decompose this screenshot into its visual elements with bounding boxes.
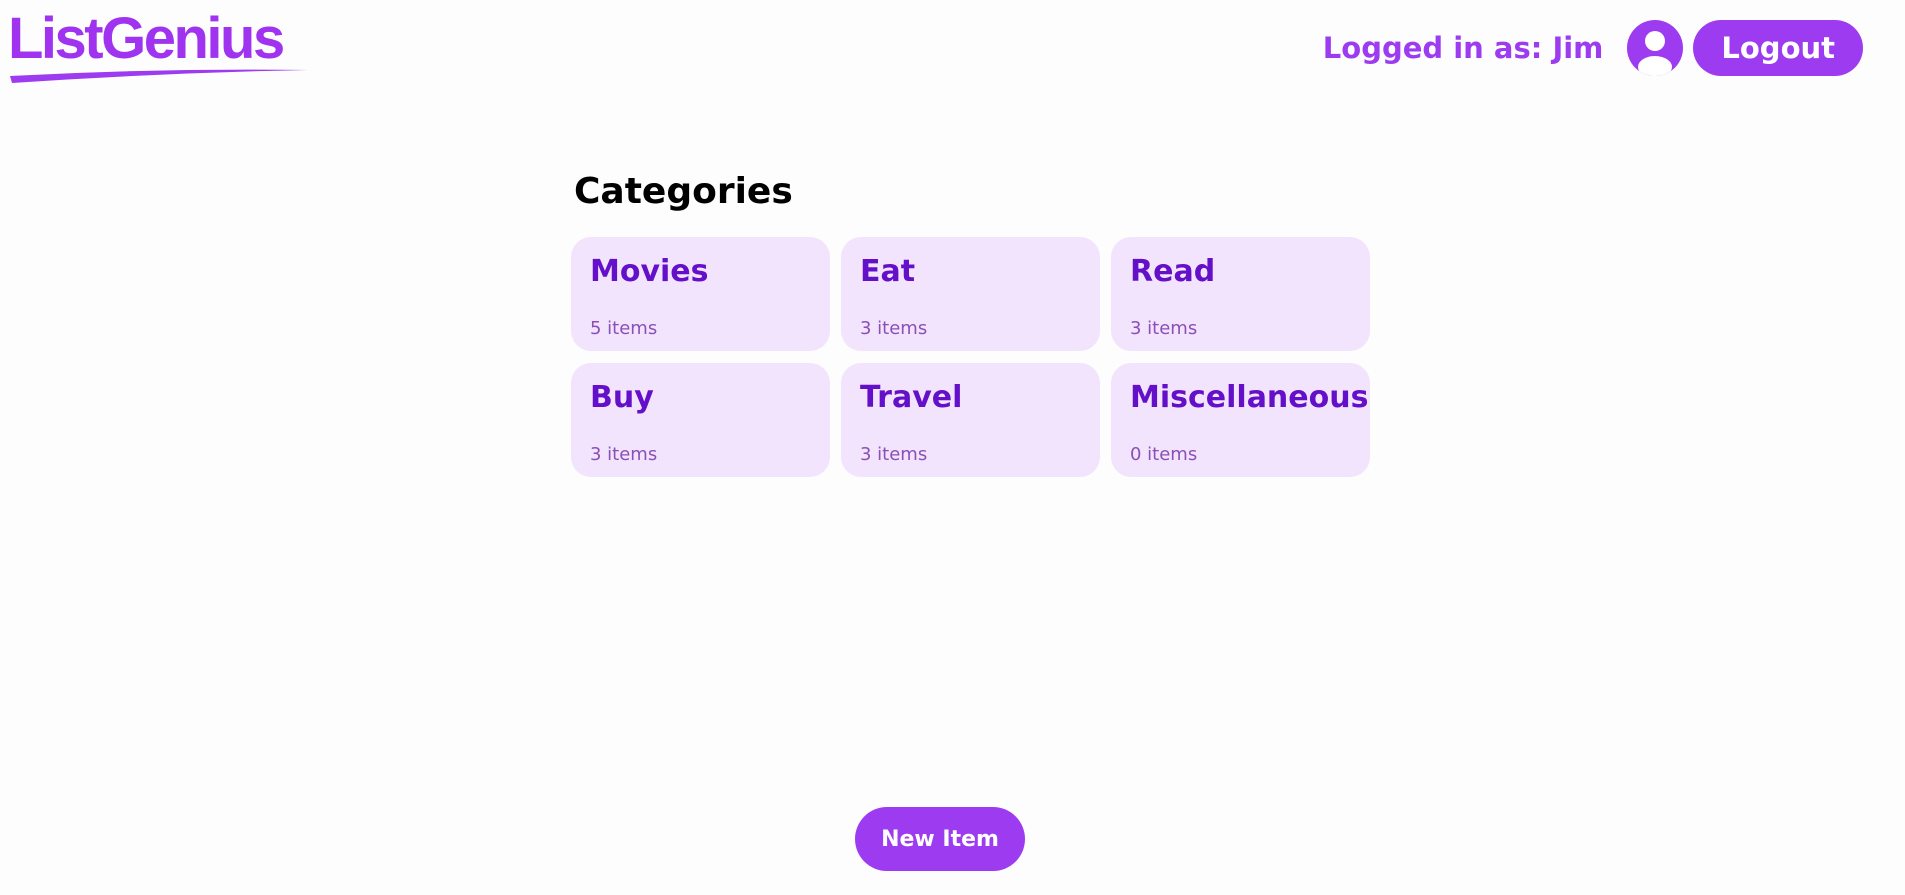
category-item-count: 3 items <box>590 444 658 465</box>
category-item-count: 5 items <box>590 318 658 339</box>
category-item-count: 3 items <box>1130 318 1198 339</box>
categories-section: Categories Movies 5 items Eat 3 items Re… <box>571 165 1371 477</box>
logo-underline-swoosh <box>10 69 308 83</box>
logo[interactable]: ListGenius <box>8 4 328 84</box>
category-name: Movies <box>590 254 709 289</box>
user-avatar-icon[interactable] <box>1627 20 1684 76</box>
category-card-miscellaneous[interactable]: Miscellaneous 0 items <box>1111 363 1370 477</box>
categories-grid: Movies 5 items Eat 3 items Read 3 items … <box>571 237 1371 477</box>
person-icon <box>1638 31 1673 76</box>
category-item-count: 0 items <box>1130 444 1198 465</box>
category-card-eat[interactable]: Eat 3 items <box>841 237 1100 351</box>
user-bar: Logged in as: Jim Logout <box>1323 20 1863 76</box>
category-card-travel[interactable]: Travel 3 items <box>841 363 1100 477</box>
category-name: Eat <box>860 254 916 289</box>
logged-in-user-label: Logged in as: Jim <box>1322 31 1604 65</box>
category-card-read[interactable]: Read 3 items <box>1111 237 1370 351</box>
logout-button[interactable]: Logout <box>1693 20 1863 76</box>
category-name: Travel <box>860 380 963 415</box>
category-card-buy[interactable]: Buy 3 items <box>571 363 830 477</box>
new-item-button[interactable]: New Item <box>855 807 1025 871</box>
category-name: Miscellaneous <box>1130 380 1369 415</box>
page: ListGenius Logged in as: Jim Logout Cate… <box>0 0 1905 895</box>
category-card-movies[interactable]: Movies 5 items <box>571 237 830 351</box>
category-item-count: 3 items <box>860 444 928 465</box>
category-name: Read <box>1130 254 1216 289</box>
page-title: Categories <box>574 171 793 212</box>
category-item-count: 3 items <box>860 318 928 339</box>
category-name: Buy <box>590 380 654 415</box>
